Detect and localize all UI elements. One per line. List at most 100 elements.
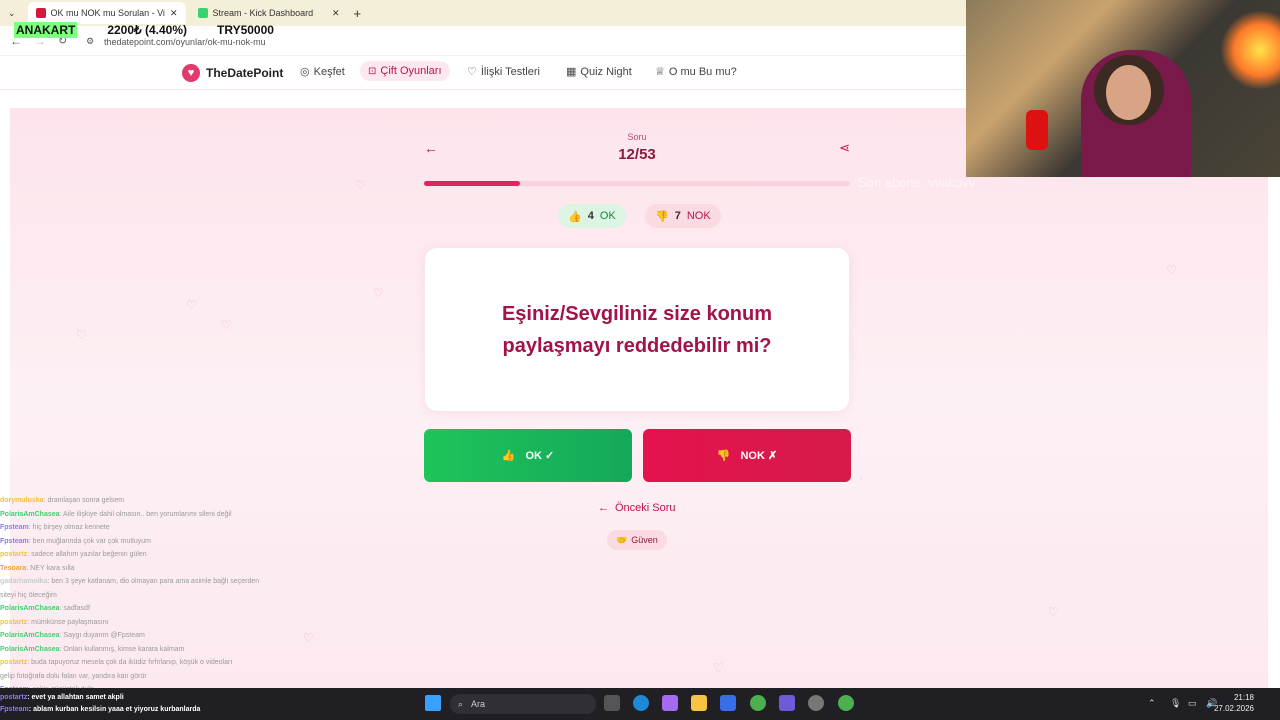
gamepad-icon: ⊡ [368, 65, 377, 77]
chat-text: : dramlaşan sonra gelsem [43, 497, 125, 504]
share-icon[interactable]: ⋖ [839, 140, 850, 156]
site-navbar: ♥ TheDatePoint ◎ Keşfet ⊡ Çift Oyunları … [0, 56, 966, 132]
chat-username: Fpsteam [0, 706, 29, 713]
ticker-label: ANAKART [14, 22, 78, 38]
chat-message: gadarhamolka: ben 3 şeye katlanam, dio o… [0, 575, 300, 589]
quiz-progress-bar [424, 181, 850, 186]
obs-icon[interactable] [808, 695, 824, 711]
nav-item-cift-oyunlari[interactable]: ⊡ Çift Oyunları [360, 61, 450, 81]
taskbar-clock[interactable]: 21:18 27.02.2026 [1214, 692, 1254, 714]
chat-username: postartz [0, 694, 28, 701]
chat-message: gelip fotoğrafa dolu falan var, yandıra … [0, 670, 300, 684]
chat-username: PolarisAmChasea [0, 510, 60, 518]
tab-title: Stream - Kick Dashboard [212, 8, 314, 18]
decor-heart-icon: ♡ [1166, 263, 1177, 277]
microphone-icon[interactable]: 🎙 [1170, 698, 1181, 709]
taskbar-search[interactable]: ⌕ Ara [450, 694, 596, 714]
ok-answer-button[interactable]: 👍 OK ✓ [424, 429, 632, 482]
decor-heart-icon: ♡ [355, 178, 366, 192]
chat-message: postartz: mümkünse paylaşmasını [0, 616, 300, 630]
thumbs-down-icon: 👎 [655, 210, 669, 223]
chat-text: : Aile ilişkiye dahil olmasın.. ben yoru… [59, 510, 232, 518]
nok-answer-button[interactable]: 👎 NOK ✗ [643, 429, 851, 482]
ok-count: 4 [587, 210, 594, 222]
handshake-icon: 🤝 [616, 534, 628, 545]
decor-heart-icon: ♡ [186, 298, 197, 312]
network-icon[interactable]: ▭ [1188, 698, 1197, 709]
arrow-left-icon: ← [598, 502, 609, 514]
ticker-goal: TRY50000 [217, 23, 274, 37]
chat-text: : NEY kara sılla [26, 564, 75, 572]
chat-username: PolarisAmChasea [0, 632, 60, 639]
close-icon[interactable]: ✕ [170, 8, 178, 19]
chat-username: Fpsteam [0, 537, 29, 545]
chat-text: : mümkünse paylaşmasını [27, 618, 109, 626]
tab-title: OK mu NOK mu Sorulan - Viral [50, 8, 165, 18]
question-text: Eşiniz/Sevgiliniz size konum paylaşmayı … [501, 302, 773, 357]
chat-message: PolarisAmChasea: sadfasdf [0, 602, 300, 616]
nok-count: 7 [674, 210, 681, 222]
close-icon[interactable]: ✕ [332, 8, 340, 19]
chat-text: gelip fotoğrafa dolu falan var, yandıra … [0, 672, 147, 680]
chat-username: Tesoara [0, 564, 27, 572]
previous-question-link[interactable]: ← Önceki Soru [598, 502, 676, 514]
ticker-price: 2200₺ (4.40%) [107, 23, 188, 37]
chat-text: : Onları kullanmış, kimse karara kalmam [59, 645, 185, 653]
nok-count-badge: 👎 7 NOK [645, 204, 721, 228]
edge-icon[interactable] [633, 695, 649, 711]
nav-item-iliski-testleri[interactable]: ♡ İlişki Testleri [467, 65, 540, 79]
chat-text: : hiç birşey olmaz kennete [28, 524, 110, 531]
tab-favicon-icon [35, 8, 46, 18]
search-icon: ⌕ [458, 698, 464, 709]
question-label: Soru [627, 132, 647, 142]
chat-message: siteyi hiç öleceğim [0, 589, 300, 603]
chrome-profile-icon[interactable] [838, 695, 854, 711]
site-logo[interactable]: ♥ TheDatePoint [182, 64, 283, 82]
chat-text: : sadfasdf [59, 605, 90, 612]
chat-text: siteyi hiç öleceğim [0, 591, 57, 599]
nav-label: İlişki Testleri [480, 65, 540, 78]
chat-text: : sadece allahım yazılar beğenin gülen [27, 551, 147, 558]
compass-icon: ◎ [300, 66, 310, 78]
task-view-icon[interactable] [604, 695, 620, 711]
chat-username: Fpsteam [0, 524, 29, 531]
nav-item-kesfet[interactable]: ◎ Keşfet [300, 65, 345, 79]
nav-item-o-mu-bu-mu[interactable]: ♕ O mu Bu mu? [655, 65, 737, 79]
decor-heart-icon: ♡ [373, 286, 384, 300]
file-explorer-icon[interactable] [691, 695, 707, 711]
quiz-progress-fill [424, 181, 521, 186]
chat-message: postartz: sadece allahım yazılar beğenin… [0, 548, 300, 562]
taskbar-chat-message: Fpsteam: ablam kurban kesilsin yaaa et y… [0, 704, 200, 716]
category-tag: 🤝 Güven [607, 530, 667, 550]
heart-icon: ♡ [467, 66, 477, 78]
chat-text: : ben 3 şeye katlanam, dio olmayan para … [47, 578, 260, 585]
decor-heart-icon: ♡ [1048, 605, 1059, 619]
trophy-icon: ♕ [655, 66, 665, 78]
chat-text: : evet ya allahtan samet akpli [27, 694, 124, 701]
chat-username: postartz [0, 618, 28, 626]
search-placeholder: Ara [471, 699, 486, 709]
chevron-up-icon[interactable]: ⌃ [1148, 698, 1156, 709]
nok-count-label: NOK [686, 210, 711, 222]
last-subscriber-text: Son abone: vvakovv [858, 175, 976, 190]
decor-heart-icon: ♡ [76, 328, 87, 342]
copilot-icon[interactable] [662, 695, 678, 711]
store-icon[interactable] [720, 695, 736, 711]
thumbs-down-icon: 👎 [716, 450, 731, 462]
tab-list-chevron-icon[interactable]: ⌄ [8, 8, 16, 19]
start-icon[interactable] [425, 695, 441, 711]
new-tab-button[interactable]: + [354, 6, 362, 21]
app-icon[interactable] [779, 695, 795, 711]
chat-text: : ben muğlarında çok var çok mutluyum [28, 537, 151, 545]
nav-item-quiz-night[interactable]: ▦ Quiz Night [566, 65, 632, 79]
chat-username: PolarisAmChasea [0, 645, 60, 653]
question-counter: 12/53 [618, 146, 656, 163]
chat-overlay: dorymuluska: dramlaşan sonra gelsem Polar… [0, 494, 300, 694]
decor-heart-icon: ♡ [303, 631, 314, 645]
ok-button-label: OK ✓ [525, 450, 555, 462]
taskbar-chat-message: postartz: evet ya allahtan samet akpli [0, 692, 200, 704]
chrome-icon[interactable] [750, 695, 766, 711]
chat-message: dorymuluska: dramlaşan sonra gelsem [0, 494, 300, 508]
ok-count-badge: 👍 4 OK [558, 204, 626, 228]
previous-question-label: Önceki Soru [615, 502, 676, 514]
